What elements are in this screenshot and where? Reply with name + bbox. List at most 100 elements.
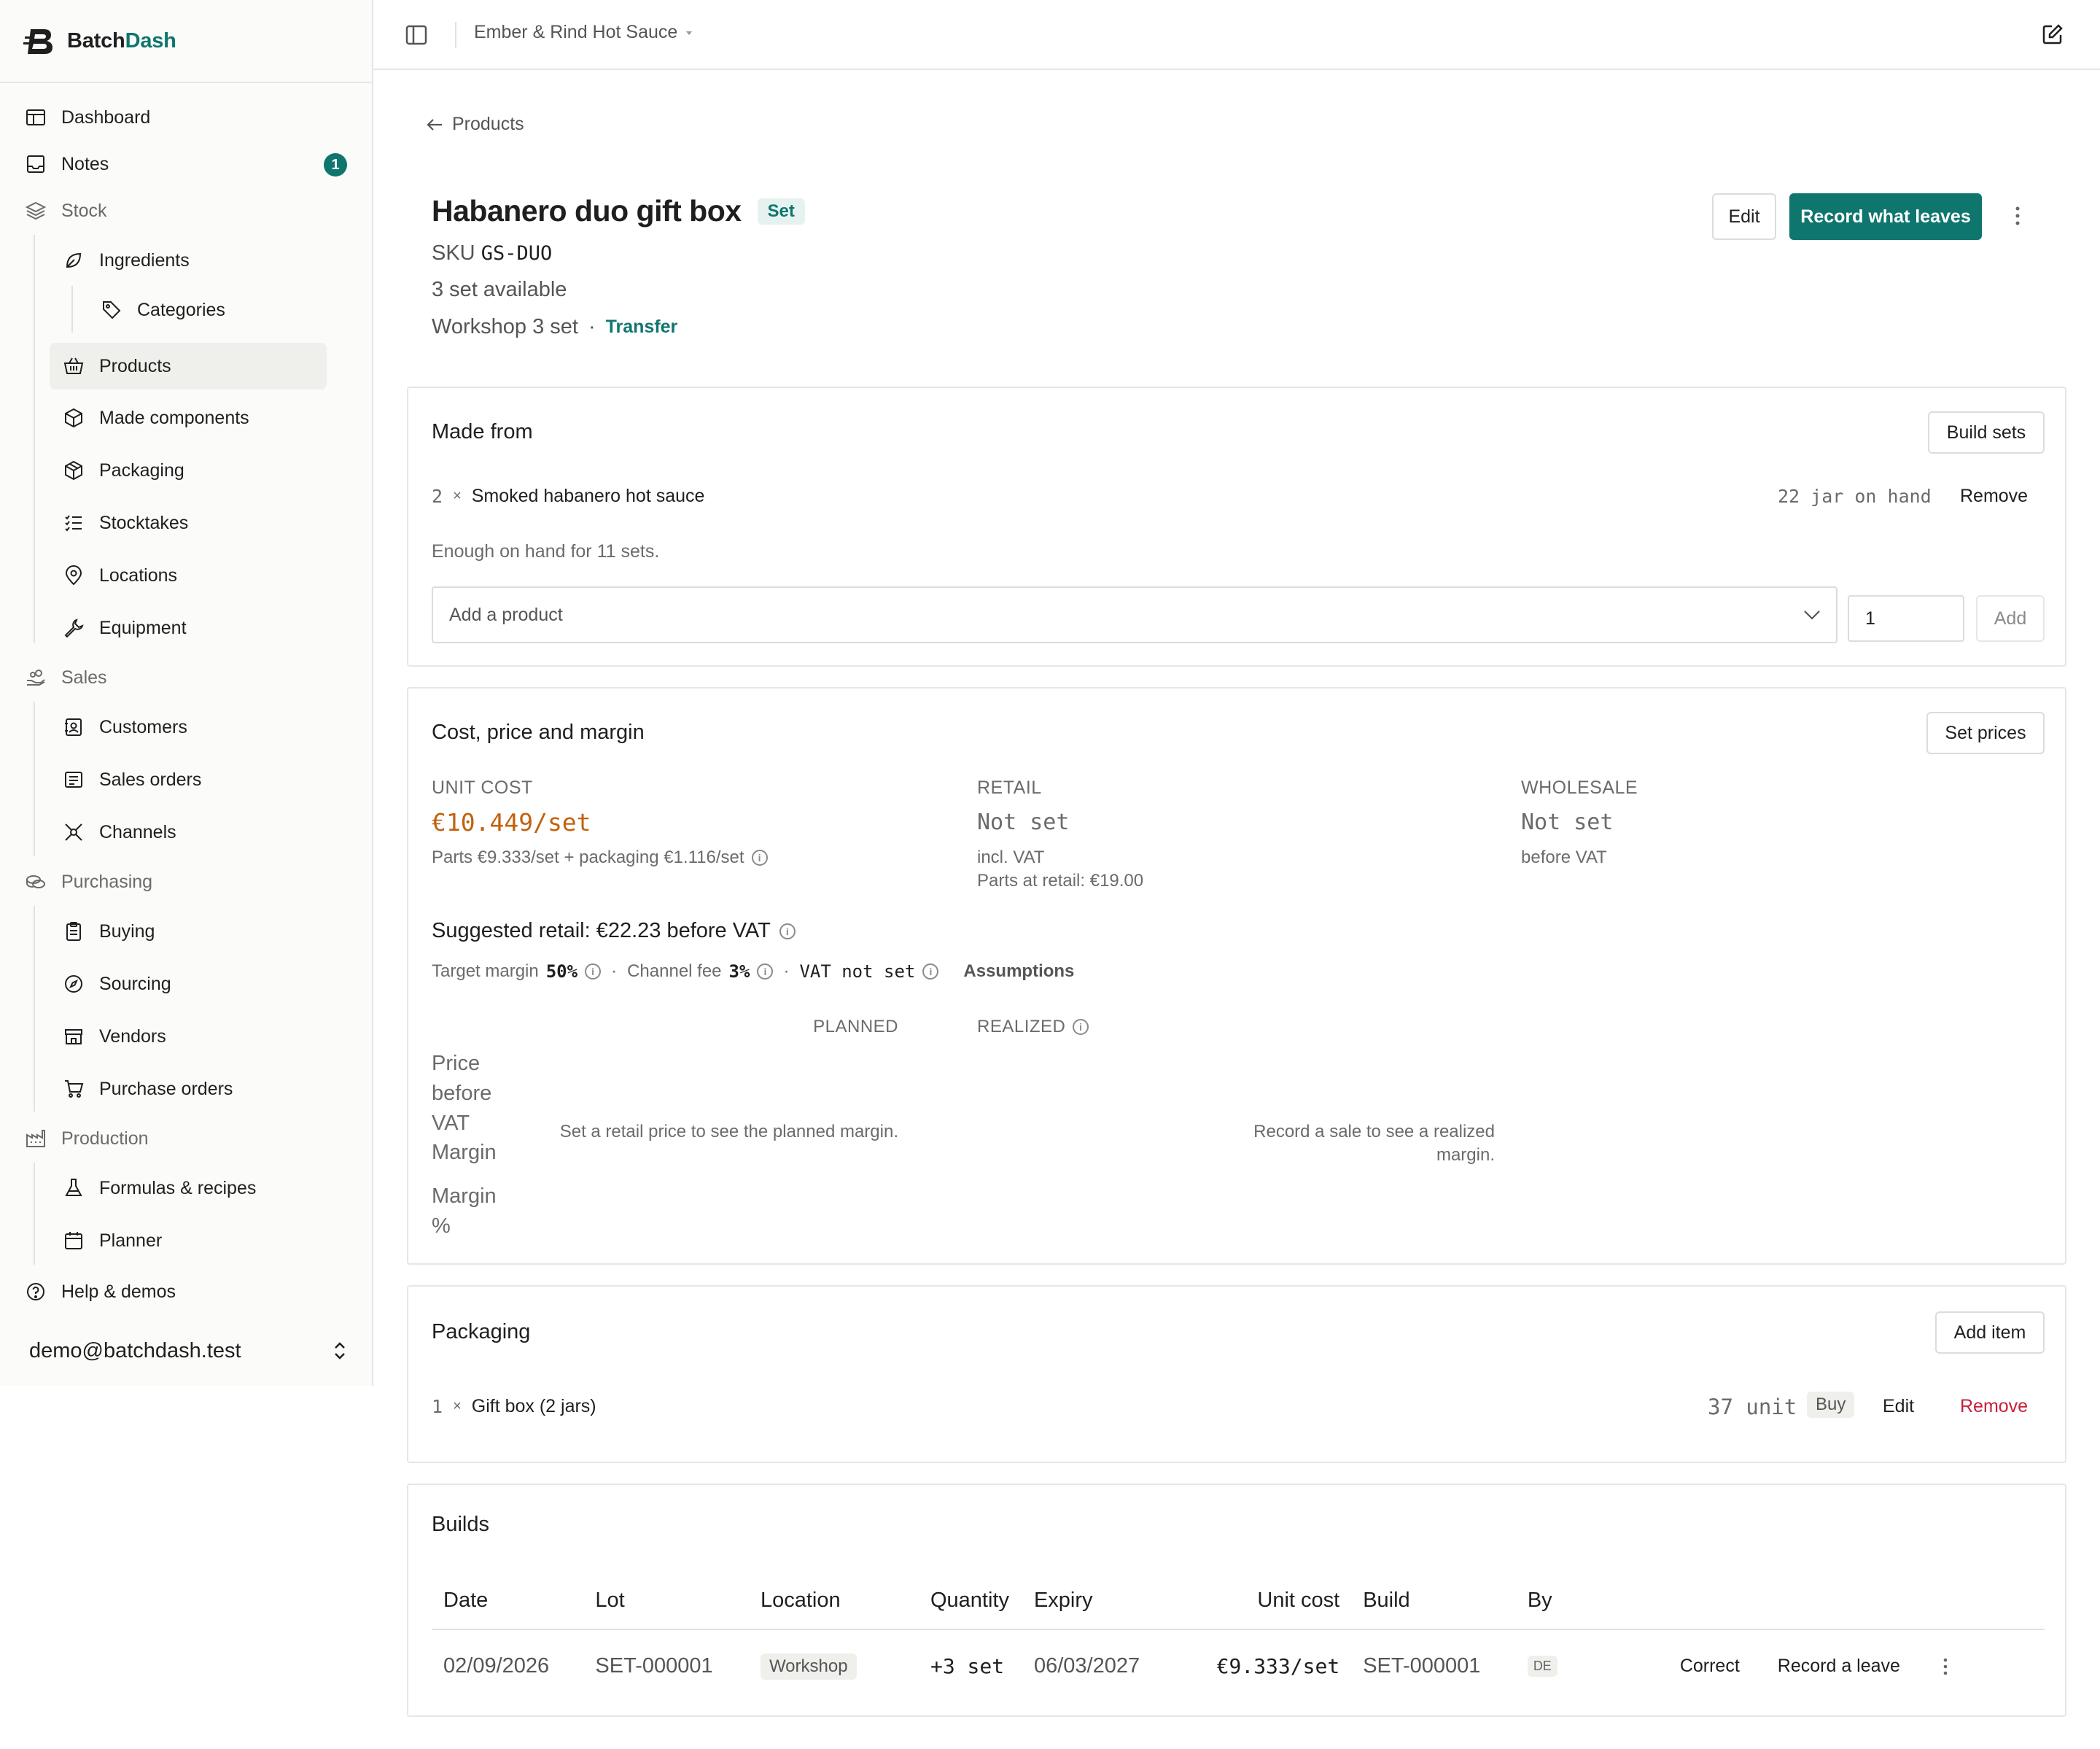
sidebar-item-label: Ingredients: [99, 249, 190, 271]
wholesale-vat-note: before VAT: [1521, 848, 1607, 867]
sidebar-item-sourcing[interactable]: Sourcing: [63, 962, 171, 1006]
tag-icon: [103, 301, 121, 319]
packaging-name[interactable]: Gift box (2 jars): [472, 1396, 596, 1417]
sidebar-item-label: Sourcing: [99, 973, 171, 994]
sidebar-item-buying[interactable]: Buying: [63, 910, 155, 953]
buy-button[interactable]: Buy: [1807, 1392, 1855, 1418]
network-icon: [65, 823, 82, 841]
component-name[interactable]: Smoked habanero hot sauce: [472, 486, 705, 507]
location-stock-line: Workshop 3 set · Transfer: [432, 315, 677, 339]
add-product-select[interactable]: Add a product: [432, 586, 1838, 643]
edit-packaging-button[interactable]: Edit: [1883, 1396, 1914, 1417]
correct-button[interactable]: Correct: [1680, 1656, 1740, 1677]
info-icon[interactable]: i: [751, 850, 768, 866]
quantity-input[interactable]: 1: [1848, 595, 1964, 642]
times-sign: ×: [453, 1398, 462, 1414]
sidebar-item-vendors[interactable]: Vendors: [63, 1015, 166, 1058]
available-count: 3 set available: [432, 278, 567, 301]
sidebar-item-sales-orders[interactable]: Sales orders: [63, 758, 201, 802]
col-build[interactable]: Build: [1363, 1572, 1528, 1630]
record-leave-button[interactable]: Record a leave: [1778, 1656, 1900, 1677]
packaging-stock: 37 unit: [1708, 1395, 1797, 1419]
info-icon[interactable]: i: [757, 963, 774, 980]
more-vertical-icon[interactable]: [1938, 1656, 1953, 1677]
topbar-divider: [455, 22, 456, 48]
set-prices-button[interactable]: Set prices: [1926, 712, 2045, 754]
sku-line: SKU GS-DUO: [432, 241, 552, 265]
sidebar-divider: [0, 82, 372, 83]
sidebar-section-stock[interactable]: Stock: [25, 189, 107, 233]
more-vertical-icon[interactable]: [2008, 204, 2027, 228]
info-icon[interactable]: i: [1073, 1019, 1089, 1035]
sidebar-item-channels[interactable]: Channels: [63, 810, 176, 854]
transfer-link[interactable]: Transfer: [606, 317, 678, 338]
sidebar-item-formulas[interactable]: Formulas & recipes: [63, 1166, 256, 1210]
retail-value: Not set: [977, 810, 1070, 835]
sidebar-item-ingredients[interactable]: Ingredients: [63, 238, 190, 282]
sidebar-section-sales[interactable]: Sales: [25, 656, 107, 699]
sidebar-item-stocktakes[interactable]: Stocktakes: [63, 501, 188, 545]
compose-icon[interactable]: [2042, 23, 2064, 45]
record-what-leaves-button[interactable]: Record what leaves: [1789, 193, 1982, 240]
cost-card-title: Cost, price and margin: [432, 721, 645, 744]
add-component-button[interactable]: Add: [1976, 595, 2045, 642]
row-margin-percent: Margin %: [432, 1184, 497, 1238]
sidebar-item-notes[interactable]: Notes: [25, 142, 109, 186]
col-date[interactable]: Date: [432, 1572, 596, 1630]
col-location[interactable]: Location: [760, 1572, 930, 1630]
sidebar-item-dashboard[interactable]: Dashboard: [25, 96, 150, 139]
edit-button[interactable]: Edit: [1712, 193, 1776, 240]
user-menu[interactable]: demo@batchdash.test: [29, 1330, 350, 1371]
sidebar-toggle-icon[interactable]: [405, 25, 427, 45]
sidebar-section-purchasing[interactable]: Purchasing: [25, 860, 152, 904]
col-expiry[interactable]: Expiry: [1033, 1572, 1217, 1630]
sidebar-item-customers[interactable]: Customers: [63, 705, 187, 749]
build-sets-button[interactable]: Build sets: [1928, 411, 2045, 454]
info-icon[interactable]: i: [779, 923, 796, 939]
cell-lot: SET-000001: [595, 1654, 713, 1678]
unit-cost-label: UNIT COST: [432, 777, 533, 798]
app-logo[interactable]: BatchDash: [23, 23, 176, 58]
info-icon[interactable]: i: [922, 963, 939, 980]
builds-title: Builds: [432, 1513, 489, 1536]
tree-guide: [34, 1163, 35, 1265]
sidebar-item-purchase-orders[interactable]: Purchase orders: [63, 1067, 233, 1111]
workspace-switcher[interactable]: Ember & Rind Hot Sauce: [474, 22, 693, 43]
sku-value: GS-DUO: [481, 242, 553, 265]
col-by[interactable]: By: [1527, 1572, 2045, 1630]
product-type-badge: Set: [757, 198, 805, 225]
info-icon[interactable]: i: [585, 963, 602, 980]
cell-build-link[interactable]: SET-000001: [1363, 1629, 1528, 1702]
store-icon: [65, 1029, 82, 1044]
sidebar-item-label: Sales orders: [99, 769, 202, 790]
sidebar-item-products[interactable]: Products: [50, 343, 327, 389]
col-lot[interactable]: Lot: [595, 1572, 761, 1630]
target-margin-label: Target margin: [432, 961, 539, 981]
sidebar-item-planner[interactable]: Planner: [63, 1219, 162, 1263]
map-pin-icon: [65, 565, 82, 586]
batchdash-logo-icon: [23, 29, 52, 54]
assumptions-link[interactable]: Assumptions: [963, 961, 1074, 982]
sidebar-item-categories[interactable]: Categories: [101, 288, 225, 332]
back-link[interactable]: Products: [426, 114, 524, 135]
add-item-button[interactable]: Add item: [1935, 1311, 2045, 1354]
tree-guide: [34, 702, 35, 856]
sidebar-item-equipment[interactable]: Equipment: [63, 606, 187, 650]
product-title-row: Habanero duo gift box Set: [432, 194, 805, 228]
cell-expiry: 06/03/2027: [1033, 1654, 1140, 1678]
times-sign: ×: [453, 488, 462, 504]
sidebar-section-production[interactable]: Production: [25, 1117, 149, 1160]
remove-packaging-button[interactable]: Remove: [1960, 1396, 2028, 1417]
sidebar-item-locations[interactable]: Locations: [63, 554, 177, 597]
cell-quantity: +3 set: [930, 1654, 1005, 1678]
sidebar-item-packaging[interactable]: Packaging: [63, 449, 184, 492]
remove-component-button[interactable]: Remove: [1960, 486, 2028, 507]
col-quantity[interactable]: Quantity: [930, 1572, 1034, 1630]
cost-price-margin-card: Cost, price and margin Set prices UNIT C…: [407, 687, 2066, 1265]
chevrons-up-down-icon: [335, 1342, 345, 1360]
sidebar-item-made-components[interactable]: Made components: [63, 396, 249, 440]
sidebar-item-label: Channels: [99, 821, 176, 842]
col-unit-cost[interactable]: Unit cost: [1216, 1572, 1364, 1630]
sidebar-item-help[interactable]: Help & demos: [25, 1270, 176, 1314]
component-row: 2 × Smoked habanero hot sauce: [432, 486, 704, 507]
